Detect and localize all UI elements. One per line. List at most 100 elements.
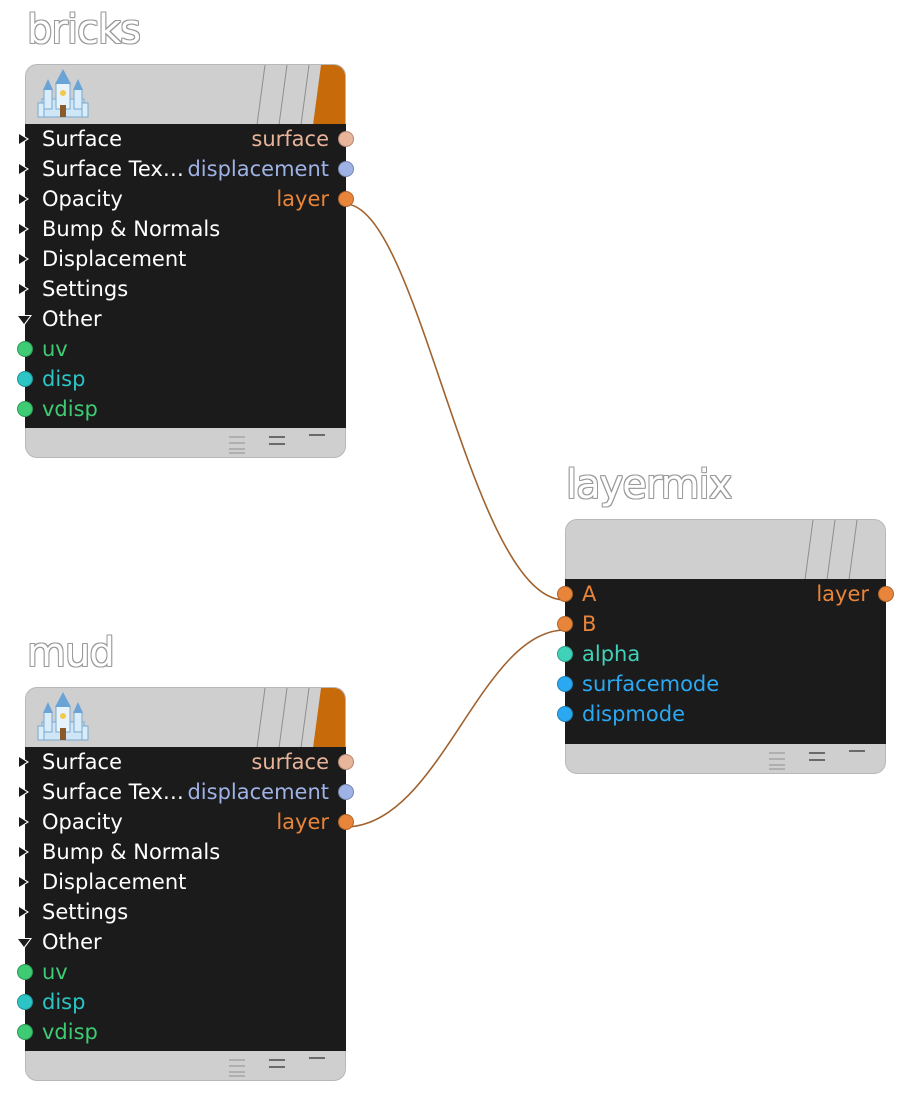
- param-label: Opacity: [42, 810, 123, 834]
- node-layermix[interactable]: A layer B alpha surfacemode dispmode: [557, 519, 894, 774]
- param-row-bump-normals[interactable]: Bump & Normals: [18, 837, 346, 867]
- expand-arrow-icon[interactable]: [18, 755, 29, 769]
- input-row-alpha[interactable]: alpha: [557, 639, 886, 669]
- output-label: layer: [276, 810, 329, 834]
- collapse-all-icon[interactable]: [768, 750, 786, 770]
- input-port-vdisp[interactable]: [17, 401, 33, 417]
- header-stripes: [804, 520, 858, 579]
- header-stripes: [256, 65, 310, 124]
- param-row-opacity[interactable]: Opacity layer: [18, 184, 354, 214]
- expand-arrow-icon[interactable]: [18, 785, 29, 799]
- input-row-uv[interactable]: uv: [17, 334, 346, 364]
- expand-arrow-icon[interactable]: [18, 815, 29, 829]
- param-row-bump-normals[interactable]: Bump & Normals: [18, 214, 346, 244]
- node-bricks[interactable]: Surface surface Surface Tex… displacemen…: [16, 64, 354, 458]
- input-port-vdisp[interactable]: [17, 1024, 33, 1040]
- minimize-icon[interactable]: [308, 1055, 326, 1063]
- input-row-disp[interactable]: disp: [17, 364, 346, 394]
- node-mud[interactable]: Surface surface Surface Tex… displacemen…: [16, 687, 354, 1081]
- input-port-surfacemode[interactable]: [557, 676, 573, 692]
- expand-arrow-icon[interactable]: [18, 282, 29, 296]
- node-flag-icon[interactable]: [313, 65, 345, 124]
- node-header[interactable]: [25, 687, 346, 747]
- output-port-displacement[interactable]: [338, 784, 354, 800]
- param-row-displacement[interactable]: Displacement: [18, 244, 346, 274]
- collapse-all-icon[interactable]: [228, 434, 246, 454]
- param-row-displacement[interactable]: Displacement: [18, 867, 346, 897]
- collapse-arrow-icon[interactable]: [16, 315, 32, 326]
- output-label: surface: [251, 750, 329, 774]
- input-label: vdisp: [42, 397, 98, 421]
- collapse-partial-icon[interactable]: [268, 434, 286, 448]
- output-port-layer[interactable]: [338, 814, 354, 830]
- output-port-surface[interactable]: [338, 754, 354, 770]
- node-flag-icon[interactable]: [313, 688, 345, 747]
- input-row-uv[interactable]: uv: [17, 957, 346, 987]
- input-label: disp: [42, 367, 86, 391]
- param-label: Surface Tex…: [42, 780, 184, 804]
- expand-arrow-icon[interactable]: [18, 162, 29, 176]
- collapse-partial-icon[interactable]: [808, 750, 826, 764]
- param-label: Displacement: [42, 247, 187, 271]
- output-port-surface[interactable]: [338, 131, 354, 147]
- input-row-disp[interactable]: disp: [17, 987, 346, 1017]
- castle-icon: [37, 692, 89, 741]
- collapse-all-icon[interactable]: [228, 1057, 246, 1077]
- input-label: alpha: [582, 642, 641, 666]
- collapse-partial-icon[interactable]: [268, 1057, 286, 1071]
- param-row-other[interactable]: Other: [16, 927, 346, 957]
- expand-arrow-icon[interactable]: [18, 192, 29, 206]
- output-label: displacement: [187, 780, 329, 804]
- input-port-b[interactable]: [557, 616, 573, 632]
- input-port-disp[interactable]: [17, 371, 33, 387]
- node-title-mud[interactable]: mud: [27, 633, 115, 673]
- input-row-dispmode[interactable]: dispmode: [557, 699, 886, 729]
- wire-bricks-layer-to-layermix-a[interactable]: [344, 203, 566, 601]
- output-label: surface: [251, 127, 329, 151]
- output-port-layer[interactable]: [878, 586, 894, 602]
- param-row-surface-tex[interactable]: Surface Tex… displacement: [18, 777, 354, 807]
- param-row-surface[interactable]: Surface surface: [18, 747, 354, 777]
- output-label: layer: [276, 187, 329, 211]
- node-header[interactable]: [25, 64, 346, 124]
- input-row-vdisp[interactable]: vdisp: [17, 394, 346, 428]
- node-body: A layer B alpha surfacemode dispmode: [557, 579, 894, 744]
- node-title-layermix[interactable]: layermix: [566, 465, 732, 505]
- wire-mud-layer-to-layermix-b[interactable]: [344, 629, 566, 828]
- input-port-uv[interactable]: [17, 964, 33, 980]
- expand-arrow-icon[interactable]: [18, 875, 29, 889]
- expand-arrow-icon[interactable]: [18, 132, 29, 146]
- input-port-alpha[interactable]: [557, 646, 573, 662]
- param-row-settings[interactable]: Settings: [18, 897, 346, 927]
- node-title-bricks[interactable]: bricks: [27, 10, 141, 50]
- input-row-a[interactable]: A layer: [557, 579, 894, 609]
- input-row-b[interactable]: B: [557, 609, 886, 639]
- expand-arrow-icon[interactable]: [18, 222, 29, 236]
- param-row-other[interactable]: Other: [16, 304, 346, 334]
- input-label: B: [582, 612, 597, 636]
- expand-arrow-icon[interactable]: [18, 845, 29, 859]
- param-label: Settings: [42, 900, 129, 924]
- input-label: uv: [42, 960, 68, 984]
- collapse-arrow-icon[interactable]: [16, 938, 32, 949]
- node-header[interactable]: [565, 519, 886, 579]
- output-port-displacement[interactable]: [338, 161, 354, 177]
- param-row-opacity[interactable]: Opacity layer: [18, 807, 354, 837]
- expand-arrow-icon[interactable]: [18, 252, 29, 266]
- minimize-icon[interactable]: [308, 432, 326, 440]
- node-footer: [25, 1051, 346, 1081]
- input-port-dispmode[interactable]: [557, 706, 573, 722]
- input-row-vdisp[interactable]: vdisp: [17, 1017, 346, 1051]
- param-row-surface-tex[interactable]: Surface Tex… displacement: [18, 154, 354, 184]
- minimize-icon[interactable]: [848, 748, 866, 756]
- input-row-surfacemode[interactable]: surfacemode: [557, 669, 886, 699]
- param-label: Other: [42, 930, 102, 954]
- input-port-disp[interactable]: [17, 994, 33, 1010]
- output-port-layer[interactable]: [338, 191, 354, 207]
- input-port-uv[interactable]: [17, 341, 33, 357]
- param-row-settings[interactable]: Settings: [18, 274, 346, 304]
- expand-arrow-icon[interactable]: [18, 905, 29, 919]
- param-row-surface[interactable]: Surface surface: [18, 124, 354, 154]
- input-label: surfacemode: [582, 672, 720, 696]
- input-port-a[interactable]: [557, 586, 573, 602]
